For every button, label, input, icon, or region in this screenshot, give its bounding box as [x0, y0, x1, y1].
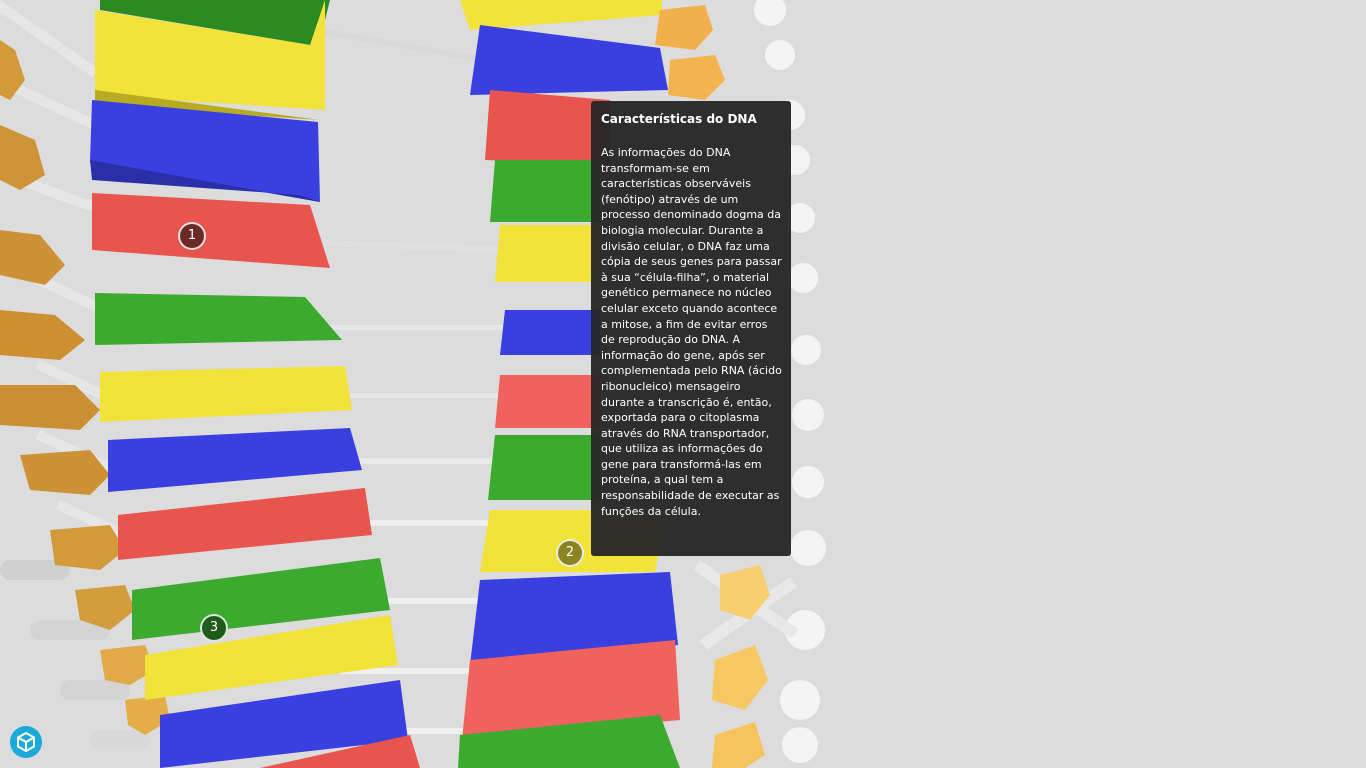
annotation-body: As informações do DNA transformam-se em …	[601, 146, 782, 518]
hotspot-2[interactable]: 2	[556, 539, 584, 567]
cube-icon	[17, 732, 35, 752]
hotspot-3[interactable]: 3	[200, 614, 228, 642]
viewer-logo-button[interactable]	[10, 726, 42, 758]
annotation-tooltip: Características do DNA As informações do…	[591, 101, 791, 556]
annotation-title: Características do DNA	[601, 112, 757, 126]
hotspot-1[interactable]: 1	[178, 222, 206, 250]
